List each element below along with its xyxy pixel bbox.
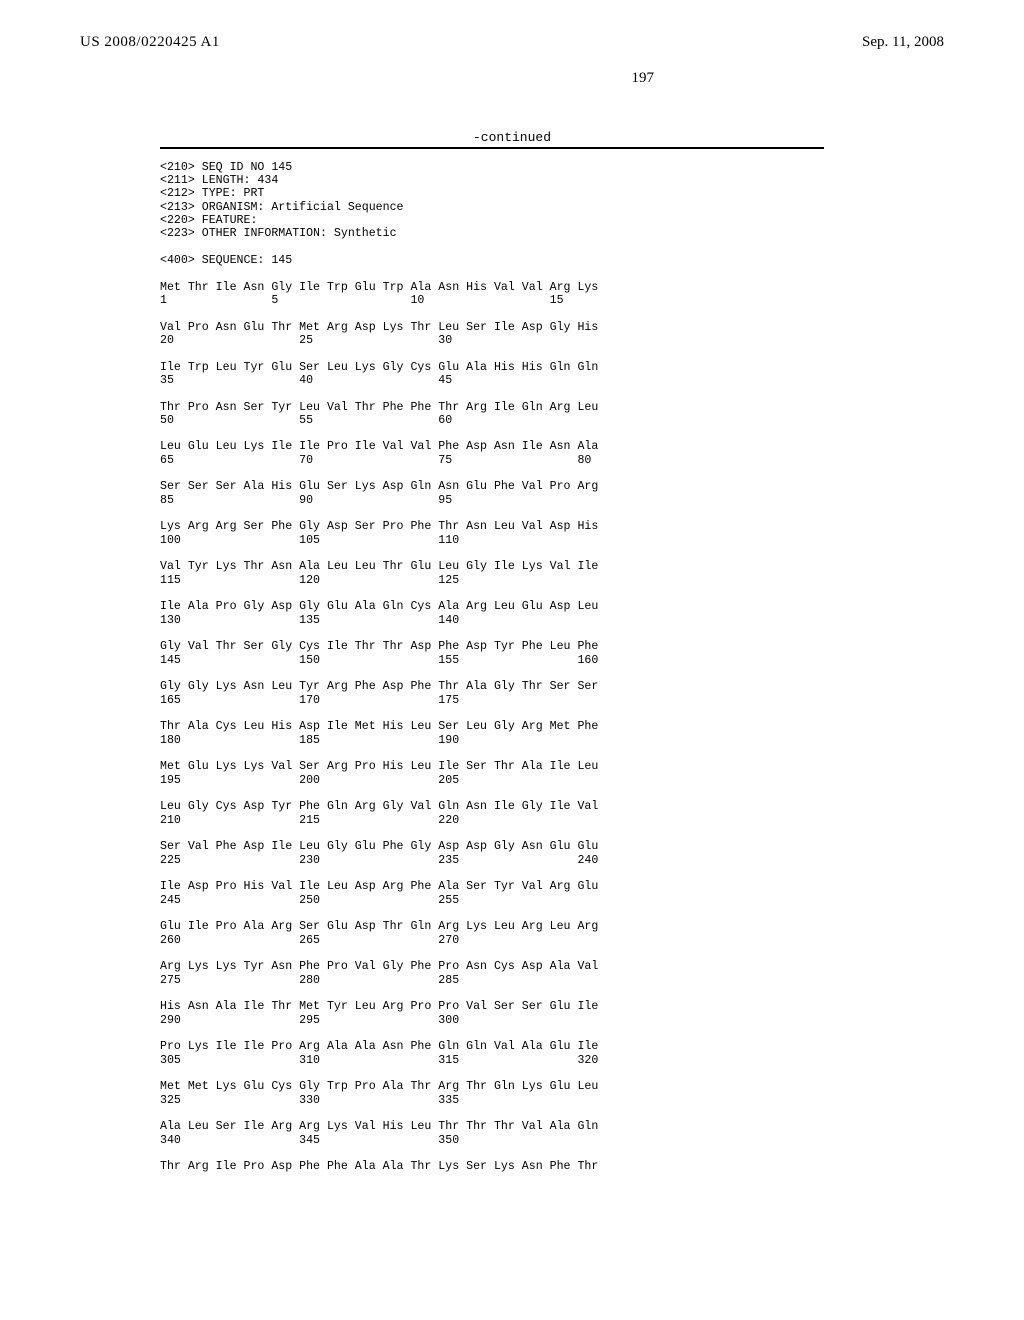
horizontal-rule bbox=[160, 147, 824, 149]
page-container: US 2008/0220425 A1 Sep. 11, 2008 197 -co… bbox=[0, 0, 1024, 1320]
sequence-listing: <210> SEQ ID NO 145 <211> LENGTH: 434 <2… bbox=[160, 161, 944, 1187]
publication-date: Sep. 11, 2008 bbox=[862, 34, 944, 51]
publication-number: US 2008/0220425 A1 bbox=[80, 34, 220, 51]
page-number: 197 bbox=[632, 70, 655, 87]
continued-label: -continued bbox=[80, 130, 944, 145]
